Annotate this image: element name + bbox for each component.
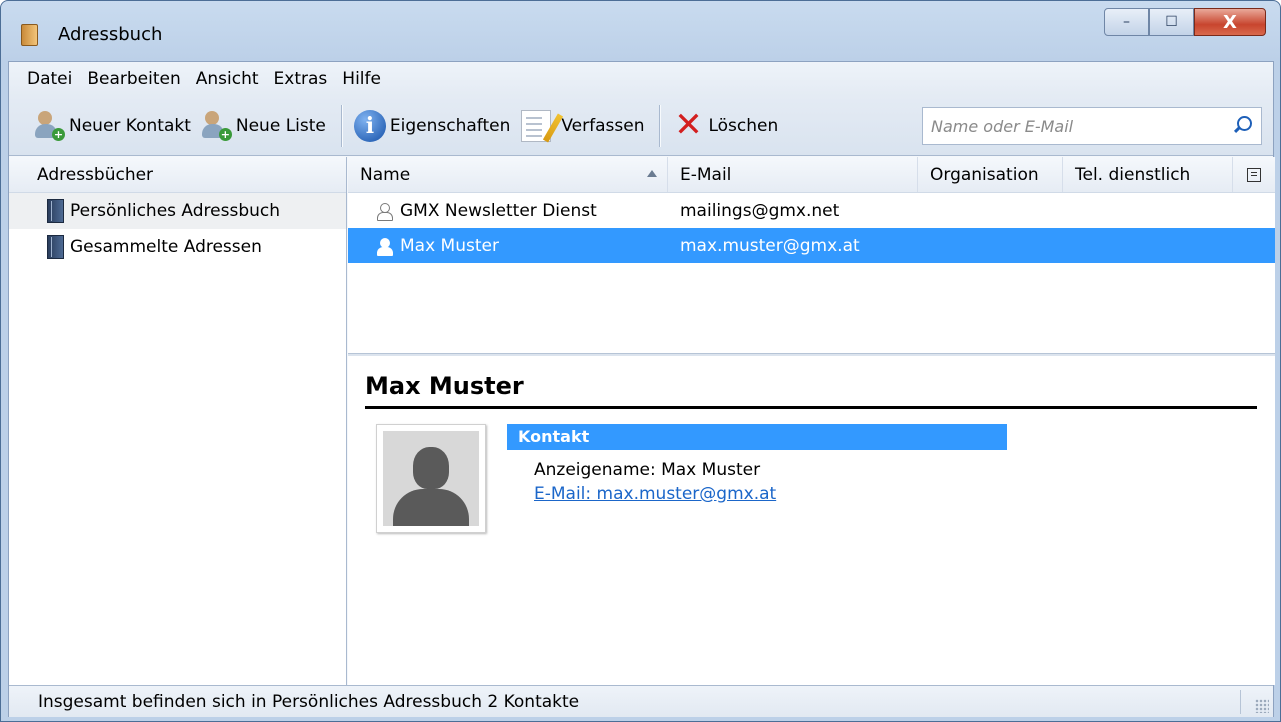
column-tel-work[interactable]: Tel. dienstlich xyxy=(1063,157,1233,192)
search-icon[interactable] xyxy=(1233,116,1252,134)
contact-name: Max Muster xyxy=(400,235,499,256)
contact-icon xyxy=(376,237,393,256)
contact-email: mailings@gmx.net xyxy=(680,200,840,221)
new-contact-label: Neuer Kontakt xyxy=(69,115,191,136)
address-book-personal[interactable]: Persönliches Adressbuch xyxy=(9,193,346,229)
default-avatar-icon xyxy=(383,431,479,526)
new-list-icon: + xyxy=(201,110,232,141)
column-organisation[interactable]: Organisation xyxy=(918,157,1063,192)
status-separator xyxy=(1240,690,1241,714)
maximize-button[interactable]: ☐ xyxy=(1149,8,1194,36)
column-picker-button[interactable] xyxy=(1233,157,1275,192)
column-picker-icon xyxy=(1247,167,1261,182)
detail-contact-name: Max Muster xyxy=(365,372,524,400)
search-input[interactable] xyxy=(931,116,1221,136)
email-link[interactable]: E-Mail: max.muster@gmx.at xyxy=(534,484,776,504)
new-contact-icon: + xyxy=(35,110,65,141)
address-book-label: Persönliches Adressbuch xyxy=(70,201,281,221)
column-tel-label: Tel. dienstlich xyxy=(1075,164,1191,185)
column-name-label: Name xyxy=(360,164,411,185)
menu-datei[interactable]: Datei xyxy=(27,69,72,89)
address-book-icon xyxy=(47,235,64,259)
compose-button[interactable]: Verfassen xyxy=(517,103,648,149)
menu-bar: Datei Bearbeiten Ansicht Extras Hilfe xyxy=(9,62,1273,96)
menu-bearbeiten[interactable]: Bearbeiten xyxy=(87,69,180,89)
address-books-pane: Adressbücher Persönliches Adressbuch Ges… xyxy=(9,157,347,685)
info-icon: i xyxy=(353,109,386,142)
minimize-button[interactable]: – xyxy=(1104,8,1149,36)
address-book-app-icon xyxy=(21,24,38,46)
minimize-icon: – xyxy=(1123,14,1130,30)
contact-icon xyxy=(376,202,393,221)
contact-photo xyxy=(376,424,486,533)
window-controls: – ☐ X xyxy=(1104,8,1266,36)
search-box xyxy=(922,107,1262,145)
column-email[interactable]: E-Mail xyxy=(668,157,918,192)
contact-row[interactable]: GMX Newsletter Dienst mailings@gmx.net xyxy=(348,193,1275,228)
new-contact-button[interactable]: + Neuer Kontakt xyxy=(31,103,195,149)
status-bar: Insgesamt befinden sich in Persönliches … xyxy=(9,685,1273,717)
contact-section-header: Kontakt xyxy=(507,424,1007,450)
client-area: Datei Bearbeiten Ansicht Extras Hilfe + … xyxy=(8,61,1275,717)
properties-button[interactable]: i Eigenschaften xyxy=(350,103,514,149)
toolbar-separator xyxy=(340,104,342,147)
column-email-label: E-Mail xyxy=(680,164,732,185)
address-book-window: Adressbuch – ☐ X Datei Bearbeiten Ansich… xyxy=(0,0,1281,722)
window-title: Adressbuch xyxy=(58,24,163,45)
menu-extras[interactable]: Extras xyxy=(274,69,328,89)
compose-icon xyxy=(521,109,552,142)
contact-list-header: Name E-Mail Organisation Tel. dienstlich xyxy=(348,157,1275,193)
sort-ascending-icon xyxy=(647,170,657,177)
properties-label: Eigenschaften xyxy=(389,115,511,136)
contact-list: Name E-Mail Organisation Tel. dienstlich… xyxy=(348,157,1275,353)
address-book-icon xyxy=(47,199,64,223)
address-book-label: Gesammelte Adressen xyxy=(70,237,262,257)
close-icon: X xyxy=(1223,11,1237,33)
new-list-button[interactable]: + Neue Liste xyxy=(198,103,330,149)
contact-detail-pane: Max Muster Kontakt Anzeigename: Max Must… xyxy=(348,356,1275,685)
new-list-label: Neue Liste xyxy=(235,115,326,136)
delete-icon: ✕ xyxy=(674,104,703,145)
maximize-icon: ☐ xyxy=(1165,14,1178,30)
column-name[interactable]: Name xyxy=(348,157,668,192)
display-name-line: Anzeigename: Max Muster xyxy=(534,460,761,480)
menu-ansicht[interactable]: Ansicht xyxy=(196,69,259,89)
detail-divider xyxy=(365,406,1257,409)
contact-email: max.muster@gmx.at xyxy=(680,235,860,256)
menu-hilfe[interactable]: Hilfe xyxy=(342,69,381,89)
resize-grip-icon[interactable] xyxy=(1255,699,1269,713)
close-button[interactable]: X xyxy=(1194,8,1266,36)
contact-row-selected[interactable]: Max Muster max.muster@gmx.at xyxy=(348,228,1275,263)
delete-label: Löschen xyxy=(708,115,779,136)
contact-name: GMX Newsletter Dienst xyxy=(400,200,597,221)
column-organisation-label: Organisation xyxy=(930,164,1039,185)
toolbar-separator xyxy=(659,104,661,147)
address-books-header: Adressbücher xyxy=(9,157,346,193)
status-text: Insgesamt befinden sich in Persönliches … xyxy=(38,692,580,712)
compose-label: Verfassen xyxy=(561,115,645,136)
title-bar[interactable]: Adressbuch – ☐ X xyxy=(1,1,1280,61)
address-book-collected[interactable]: Gesammelte Adressen xyxy=(9,229,346,265)
delete-button[interactable]: ✕ Löschen xyxy=(668,103,782,149)
